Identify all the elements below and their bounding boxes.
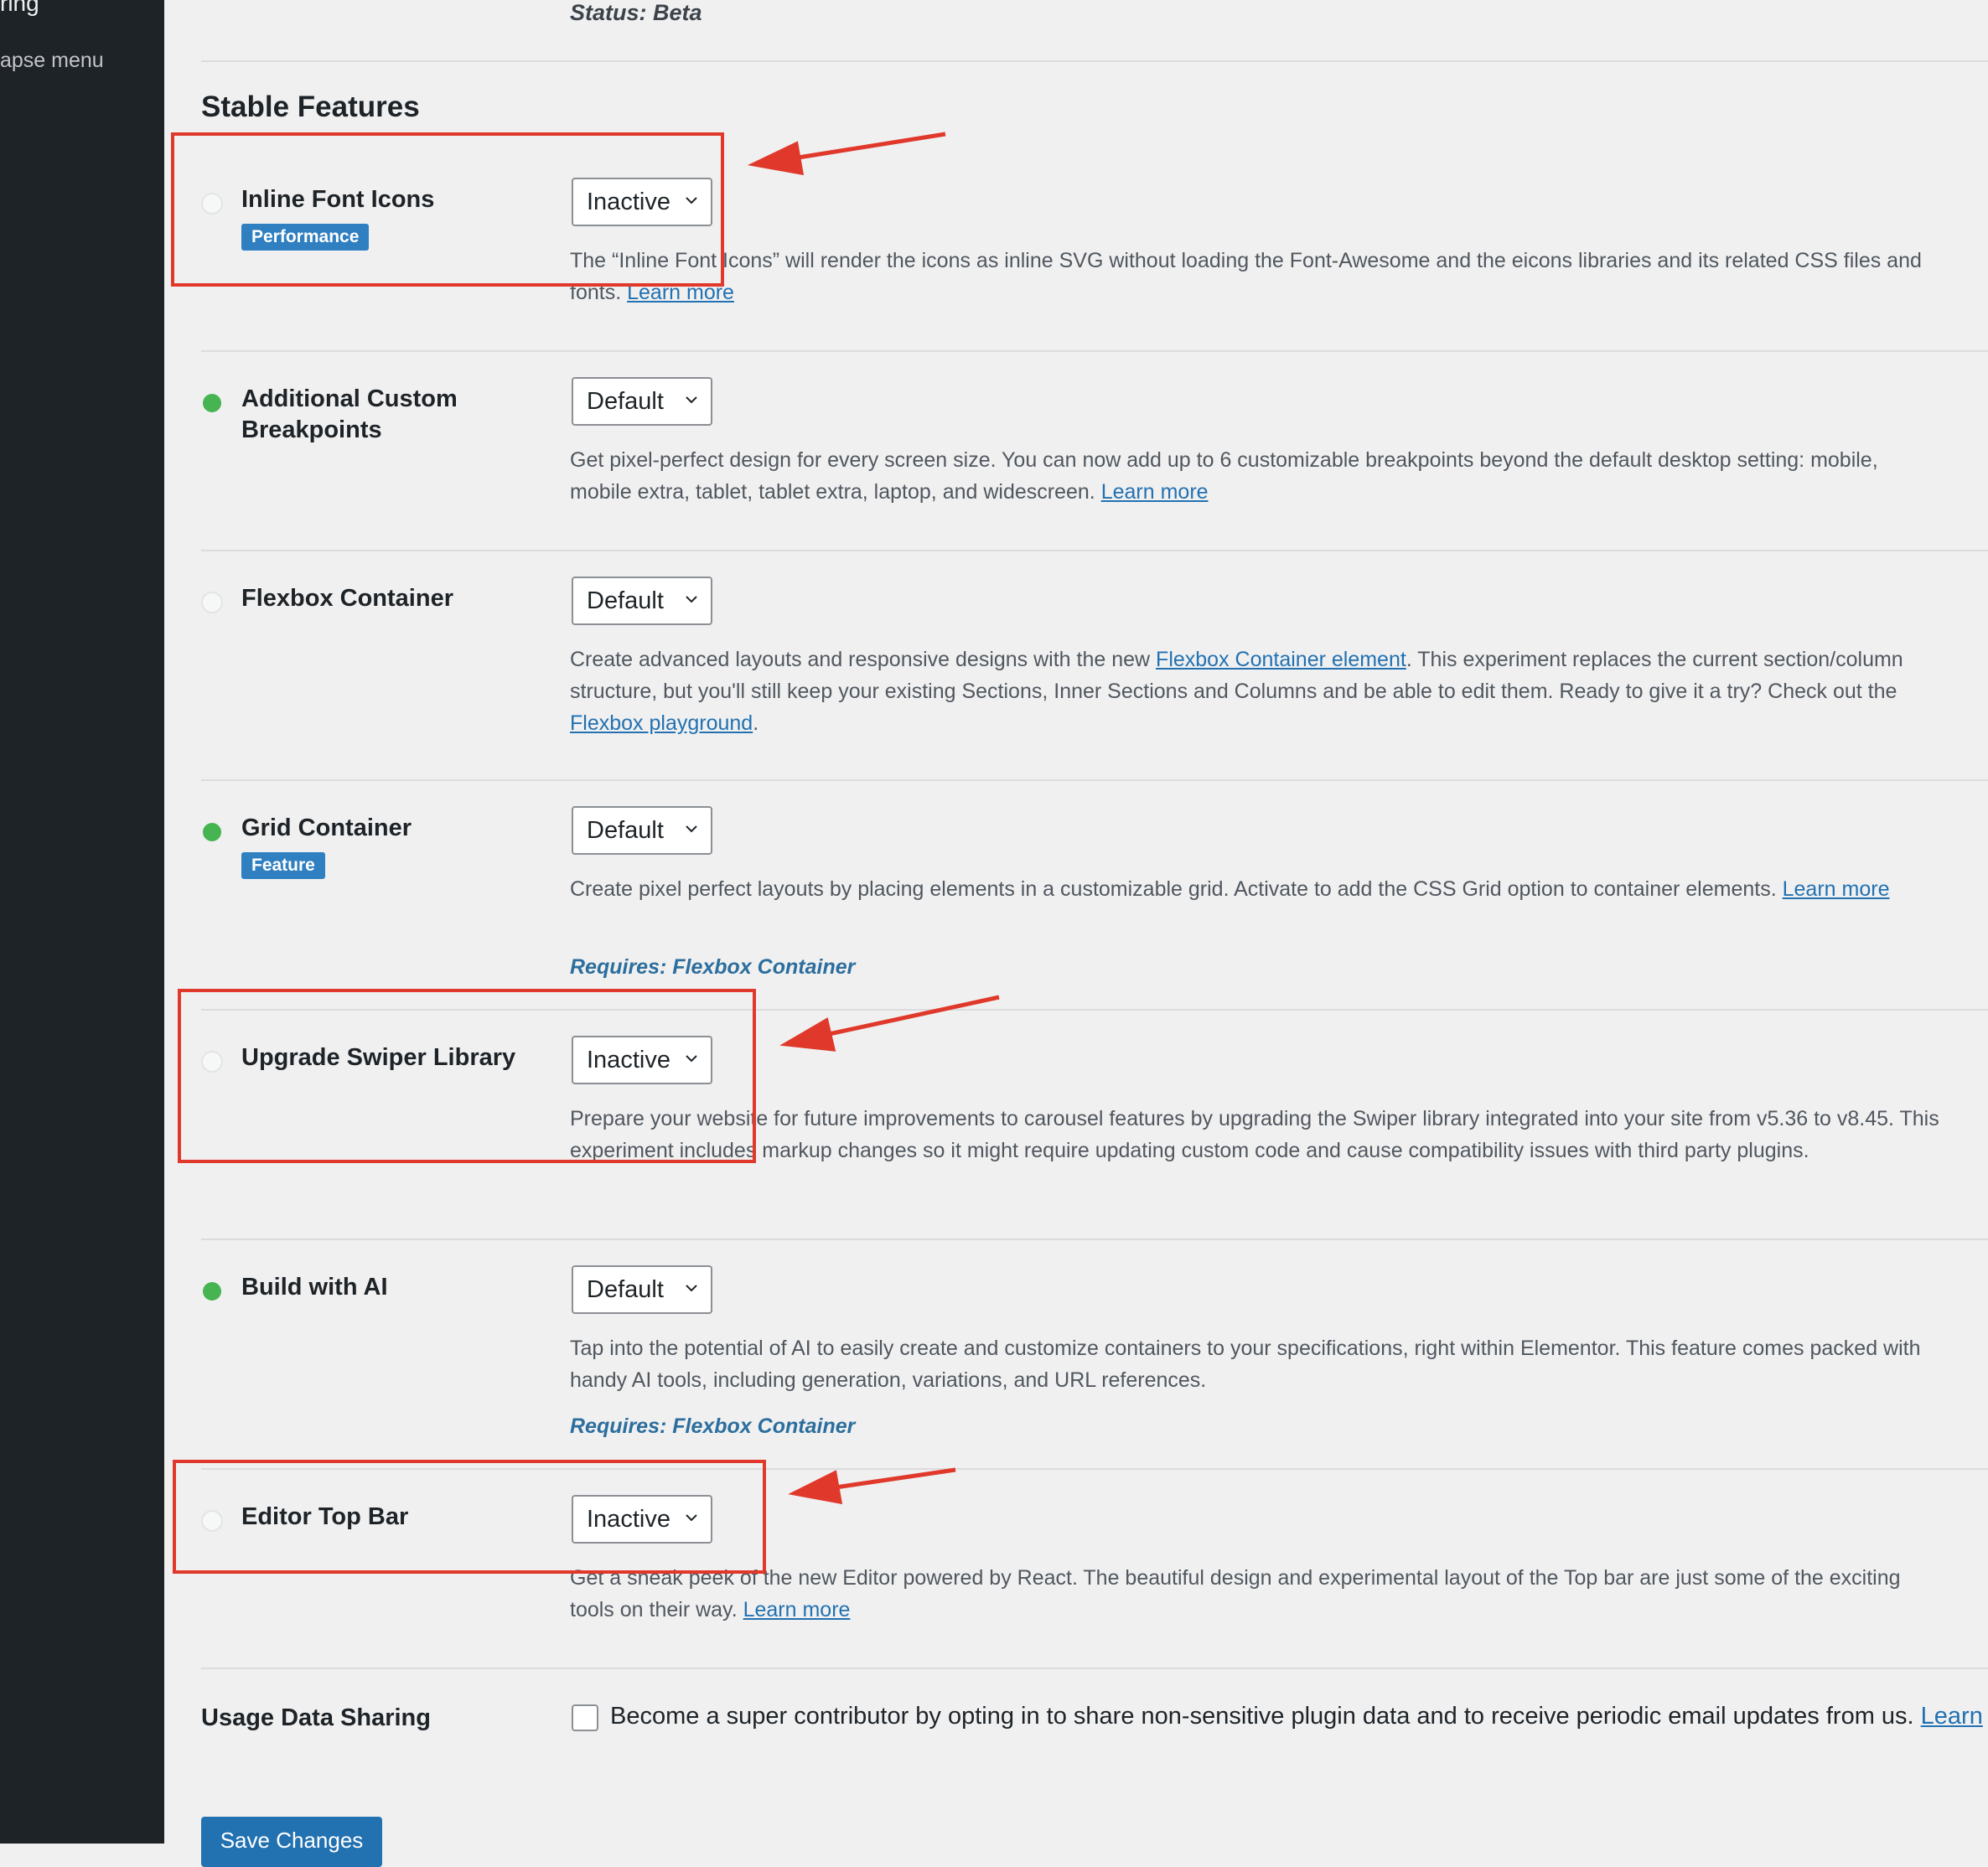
flexbox-container-element-link[interactable]: Flexbox Container element [1156,648,1406,671]
feature-name: Editor Top Bar [241,1503,409,1530]
status-dot [201,592,223,613]
status-dot [201,1051,223,1073]
learn-more-link[interactable]: Learn [1921,1703,1983,1730]
learn-more-link[interactable]: Learn more [1783,877,1890,901]
requires-note: Requires: Flexbox Container [570,1414,856,1438]
status-dot [201,1510,223,1532]
chevron-down-icon [686,396,697,404]
feature-name: Additional Custom Breakpoints [241,385,458,443]
divider [201,1239,1988,1240]
state-select[interactable]: Default [572,806,712,855]
feature-name: Flexbox Container [241,585,453,612]
status-dot [203,394,221,412]
feature-name: Upgrade Swiper Library [241,1044,516,1071]
learn-more-link[interactable]: Learn more [627,281,734,304]
chevron-down-icon [686,1055,697,1063]
status-dot [201,193,223,215]
feature-description: Tap into the potential of AI to easily c… [570,1337,1921,1392]
save-changes-button[interactable]: Save Changes [201,1817,382,1867]
feature-name: Inline Font Icons Performance [241,184,560,251]
admin-sidebar: ring apse menu [0,0,164,1844]
feature-description: Get a sneak peek of the new Editor power… [570,1566,1901,1621]
collapse-menu-link[interactable]: apse menu [0,49,159,73]
chevron-down-icon [686,825,697,833]
divider [201,60,1988,62]
state-select[interactable]: Inactive [572,1036,712,1084]
feature-description: Get pixel-perfect design for every scree… [570,448,1878,504]
usage-data-checkbox[interactable] [572,1704,598,1731]
learn-more-link[interactable]: Learn more [743,1598,851,1621]
state-select[interactable]: Inactive [572,1495,712,1544]
status-beta-label: Status: Beta [570,0,702,25]
divider [201,1468,1988,1470]
divider [201,1009,1988,1011]
chevron-down-icon [686,1514,697,1522]
state-select[interactable]: Default [572,377,712,426]
feature-name: Build with AI [241,1274,388,1301]
divider [201,1668,1988,1669]
experiments-content: Status: Beta Stable Features Inline Font… [201,0,1988,1867]
feature-description: Create pixel perfect layouts by placing … [570,877,1890,901]
feature-description: The “Inline Font Icons” will render the … [570,249,1922,304]
tag-badge: Feature [241,852,325,879]
chevron-down-icon [686,1285,697,1292]
flexbox-playground-link[interactable]: Flexbox playground [570,711,753,735]
section-title: Stable Features [201,91,420,123]
state-select[interactable]: Inactive [572,178,712,226]
tag-badge: Performance [241,224,370,251]
usage-data-text: Become a super contributor by opting in … [610,1703,1983,1730]
feature-description: Prepare your website for future improvem… [570,1107,1939,1162]
divider [201,779,1988,781]
sidebar-item-partial[interactable]: ring [0,0,159,17]
state-select[interactable]: Default [572,1265,712,1314]
usage-data-label: Usage Data Sharing [201,1704,431,1731]
divider [201,350,1988,352]
chevron-down-icon [686,197,697,204]
learn-more-link[interactable]: Learn more [1101,480,1209,504]
feature-name: Grid Container Feature [241,813,560,879]
divider [201,550,1988,551]
feature-description: Create advanced layouts and responsive d… [570,648,1903,735]
state-select[interactable]: Default [572,577,712,625]
status-dot [203,1282,221,1301]
requires-note: Requires: Flexbox Container [570,955,856,979]
chevron-down-icon [686,596,697,603]
status-dot [203,823,221,841]
